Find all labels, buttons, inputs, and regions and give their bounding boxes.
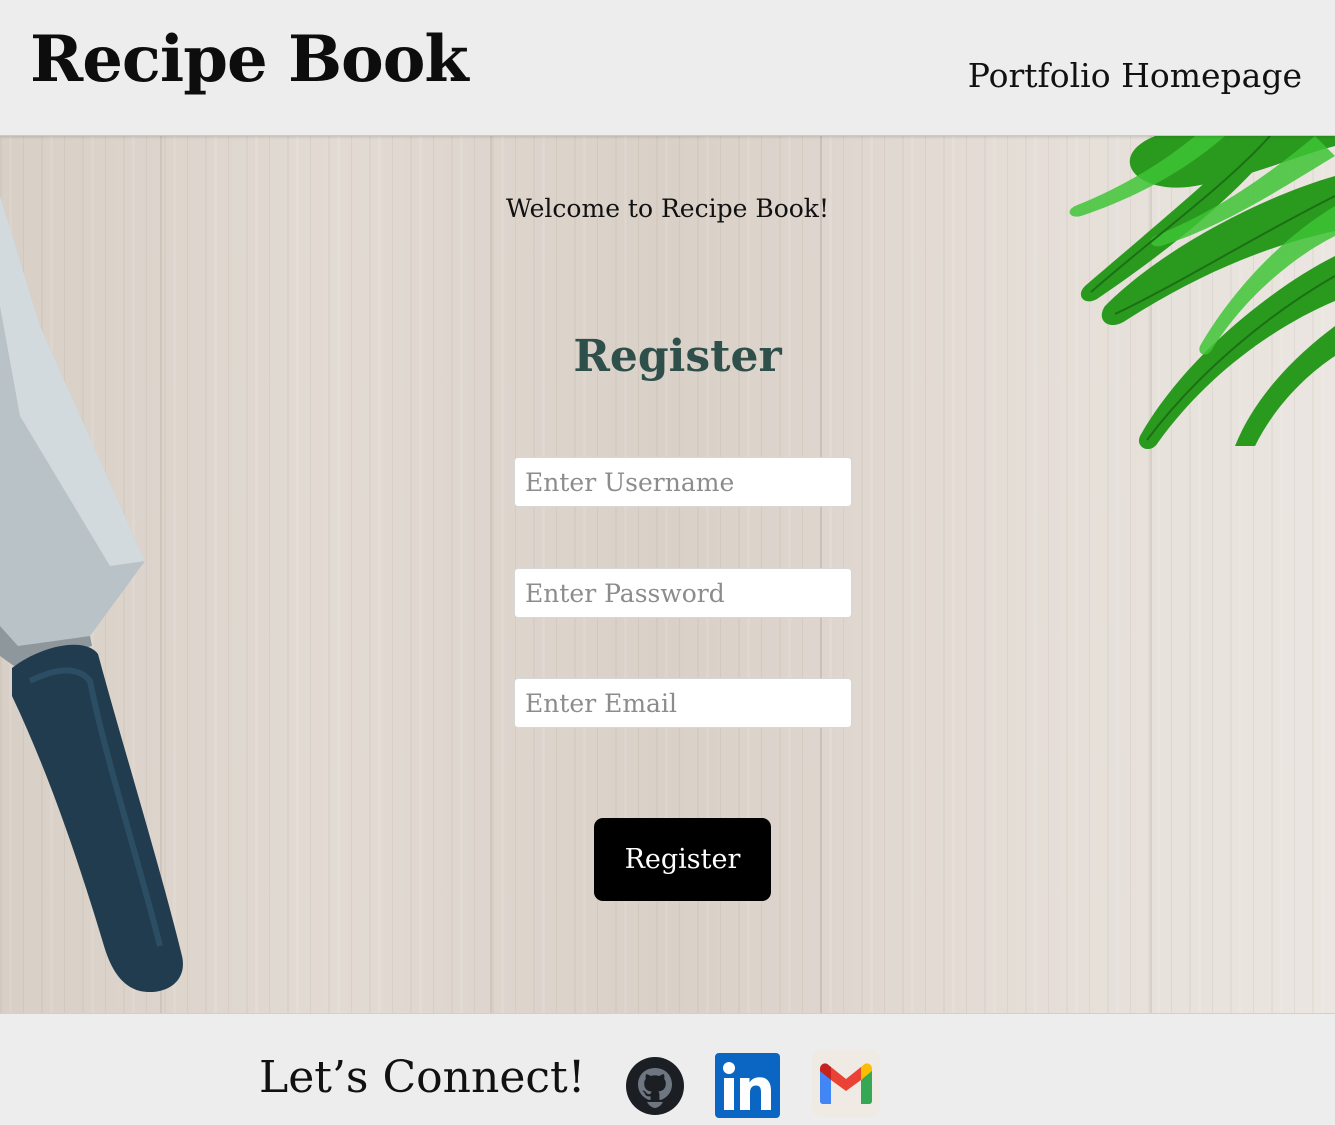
github-icon[interactable] — [625, 1056, 685, 1116]
footer: Let’s Connect! — [0, 1013, 1335, 1125]
register-section: Welcome to Recipe Book! Register Registe… — [0, 136, 1335, 1013]
gmail-icon[interactable] — [812, 1049, 880, 1117]
connect-heading: Let’s Connect! — [259, 1052, 586, 1103]
linkedin-icon[interactable] — [715, 1053, 780, 1118]
site-brand[interactable]: Recipe Book — [30, 22, 469, 97]
welcome-message: Welcome to Recipe Book! — [505, 194, 830, 223]
username-input[interactable] — [514, 457, 852, 507]
herbs-image — [1069, 136, 1335, 450]
knife-image — [0, 196, 183, 993]
register-button[interactable]: Register — [594, 818, 771, 901]
portfolio-homepage-link[interactable]: Portfolio Homepage — [968, 56, 1302, 95]
top-navbar: Recipe Book Portfolio Homepage — [0, 0, 1335, 136]
register-heading: Register — [573, 331, 782, 382]
email-input[interactable] — [514, 678, 852, 728]
password-input[interactable] — [514, 568, 852, 618]
